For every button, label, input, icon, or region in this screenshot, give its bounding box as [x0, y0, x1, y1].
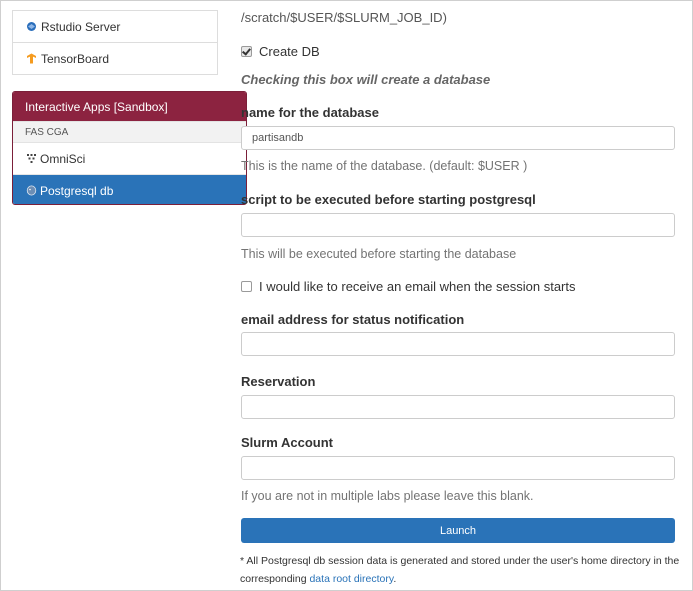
app-list: Rstudio Server TensorBoard — [12, 10, 218, 75]
tensorflow-icon — [26, 53, 37, 64]
create-db-hint: Checking this box will create a database — [241, 72, 491, 87]
slurm-account-label: Slurm Account — [241, 435, 333, 450]
script-help: This will be executed before starting th… — [241, 247, 517, 261]
email-input[interactable] — [241, 332, 675, 356]
footnote-text: * All Postgresql db session data is gene… — [240, 555, 680, 585]
omnisci-icon — [26, 153, 37, 164]
panel-category: FAS CGA — [13, 121, 246, 143]
db-name-label: name for the database — [241, 105, 379, 120]
rstudio-icon — [26, 21, 37, 32]
create-db-row: Create DB — [241, 44, 320, 59]
sidebar-item-tensorboard[interactable]: TensorBoard — [13, 42, 217, 74]
sidebar-item-postgresql[interactable]: Postgresql db — [13, 175, 246, 204]
email-opt-row: I would like to receive an email when th… — [241, 279, 576, 294]
slurm-account-input[interactable] — [241, 456, 675, 480]
db-name-help: This is the name of the database. (defau… — [241, 159, 528, 173]
sidebar-item-rstudio[interactable]: Rstudio Server — [13, 10, 217, 42]
sidebar-item-label: Rstudio Server — [41, 19, 121, 34]
script-input[interactable] — [241, 213, 675, 237]
postgres-icon — [26, 185, 37, 196]
sidebar-item-label: OmniSci — [40, 151, 86, 166]
data-root-directory-link[interactable]: data root directory — [309, 573, 393, 585]
footnote-end: . — [393, 573, 397, 585]
reservation-input[interactable] — [241, 395, 675, 419]
email-label: email address for status notification — [241, 312, 465, 327]
reservation-label: Reservation — [241, 374, 316, 389]
path-text: /scratch/$USER/$SLURM_JOB_ID) — [241, 10, 447, 25]
create-db-label: Create DB — [259, 44, 320, 59]
sidebar-item-label: Postgresql db — [40, 183, 114, 198]
create-db-checkbox[interactable] — [241, 46, 252, 57]
slurm-account-help: If you are not in multiple labs please l… — [241, 489, 534, 503]
db-name-input[interactable]: partisandb — [241, 126, 675, 150]
interactive-apps-panel: Interactive Apps [Sandbox] FAS CGA OmniS… — [12, 91, 247, 205]
launch-button[interactable]: Launch — [241, 518, 675, 543]
sidebar-item-omnisci[interactable]: OmniSci — [13, 143, 246, 175]
sidebar-item-label: TensorBoard — [41, 51, 110, 66]
email-opt-checkbox[interactable] — [241, 281, 252, 292]
panel-title: Interactive Apps [Sandbox] — [13, 92, 246, 121]
footnote: * All Postgresql db session data is gene… — [240, 552, 680, 588]
script-label: script to be executed before starting po… — [241, 192, 536, 207]
email-opt-label: I would like to receive an email when th… — [259, 279, 576, 294]
